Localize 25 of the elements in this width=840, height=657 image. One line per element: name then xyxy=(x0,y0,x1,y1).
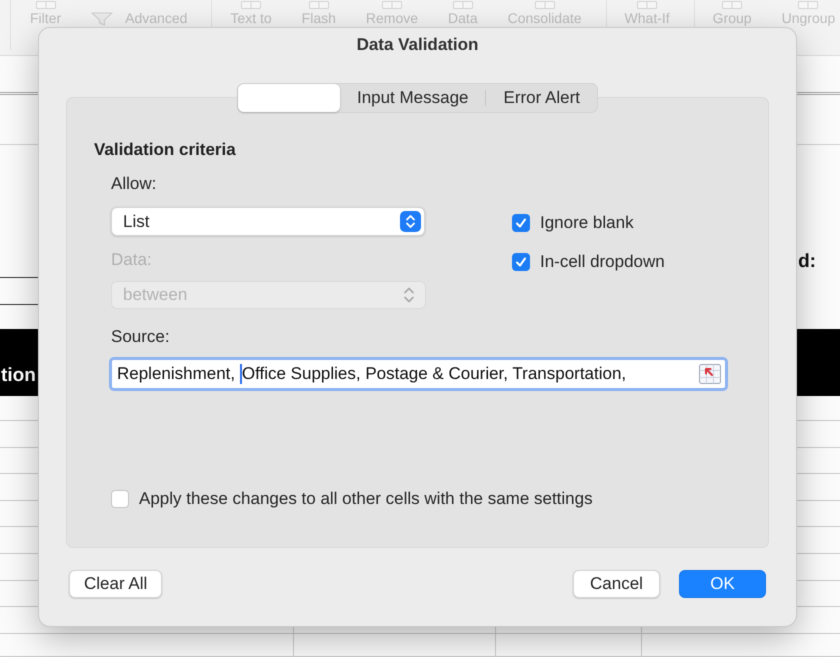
field-label: Source: xyxy=(111,327,170,347)
chevron-up-down-icon xyxy=(400,211,421,232)
table-arrow-icon[interactable] xyxy=(699,364,721,384)
cancel-button[interactable]: Cancel xyxy=(573,570,660,598)
checkbox-label: Apply these changes to all other cells with the same settings xyxy=(139,489,593,509)
checkmark-icon xyxy=(515,217,527,229)
checkmark-icon xyxy=(515,256,527,268)
ok-button[interactable]: OK xyxy=(679,570,766,598)
tab[interactable]: Input Message xyxy=(340,84,486,112)
source-field[interactable]: Replenishment, Office Supplies, Postage & Courier, Transportation, xyxy=(109,357,728,391)
chevron-up-down-icon xyxy=(403,286,415,304)
checkbox-label: Ignore blank xyxy=(540,213,634,233)
checkbox[interactable] xyxy=(111,490,129,508)
allow-select[interactable]: List xyxy=(111,207,425,236)
dialog-title: Data Validation xyxy=(356,35,478,55)
checkbox[interactable] xyxy=(512,214,530,232)
checkbox[interactable] xyxy=(512,253,530,271)
checkbox-label: In-cell dropdown xyxy=(540,252,665,272)
cell-text: d: xyxy=(798,251,816,273)
tab[interactable]: Error Alert xyxy=(486,84,598,112)
field-label: Allow: xyxy=(111,174,156,194)
column-header-text: tion xyxy=(1,365,36,387)
section-heading: Validation criteria xyxy=(94,140,236,160)
text-cursor-icon xyxy=(240,364,242,384)
clear-all-button[interactable]: Clear All xyxy=(69,570,162,598)
